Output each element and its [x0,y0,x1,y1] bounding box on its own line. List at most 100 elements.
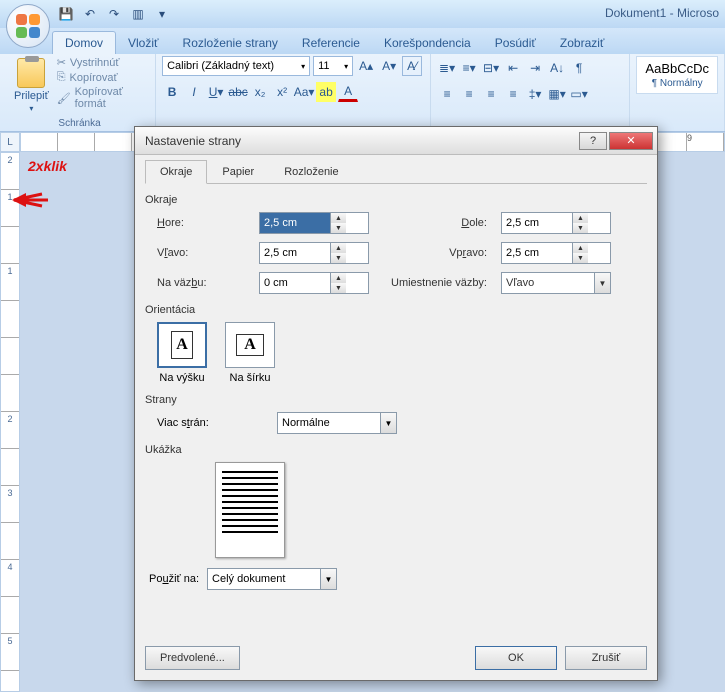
paste-button[interactable]: Prilepiť ▾ [10,56,53,115]
portrait-label: Na výšku [159,372,204,384]
cancel-button[interactable]: Zrušiť [565,646,647,670]
help-button[interactable]: ? [579,132,607,150]
spin-up-icon[interactable]: ▲ [573,213,588,223]
label-multiple: Viac strán: [157,417,267,429]
spin-down-icon[interactable]: ▼ [573,253,588,263]
dialog-tabs: Okraje Papier Rozloženie [145,159,647,184]
tab-pagelayout[interactable]: Rozloženie strany [171,32,290,54]
input-bottom[interactable]: ▲▼ [501,212,611,234]
label-gutter: Na väzbu: [157,277,253,289]
cut-label: Vystrihnúť [70,57,120,69]
indent-button[interactable]: ⇥ [525,58,545,78]
undo-icon[interactable]: ↶ [80,4,100,24]
tab-references[interactable]: Referencie [290,32,372,54]
page-setup-dialog: Nastavenie strany ? ✕ Okraje Papier Rozl… [134,126,658,681]
input-left[interactable]: ▲▼ [259,242,369,264]
sort-button[interactable]: A↓ [547,58,567,78]
tab-review[interactable]: Posúdiť [483,32,548,54]
label-right: Vpravo: [375,247,495,259]
input-top[interactable]: ▲▼ [259,212,369,234]
tab-view[interactable]: Zobraziť [548,32,617,54]
style-normal[interactable]: AaBbCcDc ¶ Normálny [636,56,718,94]
paste-label: Prilepiť [14,90,49,102]
dialog-tab-layout[interactable]: Rozloženie [269,160,353,184]
ruler-vertical[interactable]: 211234567891111 [0,152,20,692]
align-left-button[interactable]: ≡ [437,84,457,104]
multilevel-button[interactable]: ⊟▾ [481,58,501,78]
section-preview-label: Ukážka [145,444,647,456]
chevron-down-icon: ▼ [320,569,336,589]
gutter-pos-value: Vľavo [506,277,534,289]
qat-dropdown-icon[interactable]: ▾ [152,4,172,24]
change-case-button[interactable]: Aa▾ [294,82,314,102]
window-title: Dokument1 - Microso [605,6,719,20]
save-icon[interactable]: 💾 [56,4,76,24]
shrink-font-button[interactable]: A▾ [379,56,399,76]
dialog-tab-paper[interactable]: Papier [207,160,269,184]
numbering-button[interactable]: ≡▾ [459,58,479,78]
dialog-title: Nastavenie strany [145,134,241,148]
default-button[interactable]: Predvolené... [145,646,240,670]
select-multiple[interactable]: Normálne▼ [277,412,397,434]
group-clipboard-label: Schránka [10,117,149,131]
print-icon[interactable]: ▥ [128,4,148,24]
format-painter-button[interactable]: 🖌Kopírovať formát [57,86,149,110]
fmt-label: Kopírovať formát [75,86,149,110]
spin-down-icon[interactable]: ▼ [573,223,588,233]
dialog-tab-margins[interactable]: Okraje [145,160,207,184]
font-size-combo[interactable]: 11 ▾ [313,56,353,76]
spin-up-icon[interactable]: ▲ [331,273,346,283]
font-color-button[interactable]: A [338,82,358,102]
landscape-icon: A [236,334,264,356]
office-button[interactable] [6,4,50,48]
orientation-portrait[interactable]: A Na výšku [157,322,207,384]
label-left: Vľavo: [157,247,253,259]
input-right[interactable]: ▲▼ [501,242,611,264]
line-spacing-button[interactable]: ‡▾ [525,84,545,104]
grow-font-button[interactable]: A▴ [356,56,376,76]
redo-icon[interactable]: ↷ [104,4,124,24]
underline-button[interactable]: U▾ [206,82,226,102]
dedent-button[interactable]: ⇤ [503,58,523,78]
tab-home[interactable]: Domov [52,31,116,54]
highlight-button[interactable]: ab [316,82,336,102]
spin-up-icon[interactable]: ▲ [331,213,346,223]
spin-down-icon[interactable]: ▼ [331,283,346,293]
copy-button[interactable]: ⎘Kopírovať [57,71,149,84]
superscript-button[interactable]: x² [272,82,292,102]
subscript-button[interactable]: x₂ [250,82,270,102]
spin-down-icon[interactable]: ▼ [331,223,346,233]
align-center-button[interactable]: ≡ [459,84,479,104]
close-button[interactable]: ✕ [609,132,653,150]
align-right-button[interactable]: ≡ [481,84,501,104]
ruler-corner[interactable]: L [0,132,20,152]
select-apply-to[interactable]: Celý dokument ▼ [207,568,337,590]
input-gutter[interactable]: ▲▼ [259,272,369,294]
spin-down-icon[interactable]: ▼ [331,253,346,263]
tab-insert[interactable]: Vložiť [116,32,171,54]
select-gutter-pos[interactable]: Vľavo▼ [501,272,611,294]
borders-button[interactable]: ▭▾ [569,84,589,104]
spin-up-icon[interactable]: ▲ [573,243,588,253]
ribbon: Prilepiť ▾ ✂Vystrihnúť ⎘Kopírovať 🖌Kopír… [0,54,725,132]
italic-button[interactable]: I [184,82,204,102]
clear-format-button[interactable]: A⁄ [402,56,422,76]
strike-button[interactable]: abc [228,82,248,102]
bullets-button[interactable]: ≣▾ [437,58,457,78]
ok-button[interactable]: OK [475,646,557,670]
apply-to-value: Celý dokument [212,573,285,585]
shading-button[interactable]: ▦▾ [547,84,567,104]
tab-mailings[interactable]: Korešpondencia [372,32,483,54]
copy-label: Kopírovať [70,72,118,84]
bold-button[interactable]: B [162,82,182,102]
font-size-value: 11 [318,60,329,72]
chevron-down-icon: ▾ [344,62,348,71]
show-marks-button[interactable]: ¶ [569,58,589,78]
justify-button[interactable]: ≡ [503,84,523,104]
spin-up-icon[interactable]: ▲ [331,243,346,253]
orientation-landscape[interactable]: A Na šírku [225,322,275,384]
cut-button[interactable]: ✂Vystrihnúť [57,56,149,69]
font-name-combo[interactable]: Calibri (Základný text)▾ [162,56,310,76]
section-margins-label: Okraje [145,194,647,206]
dialog-titlebar: Nastavenie strany ? ✕ [135,127,657,155]
